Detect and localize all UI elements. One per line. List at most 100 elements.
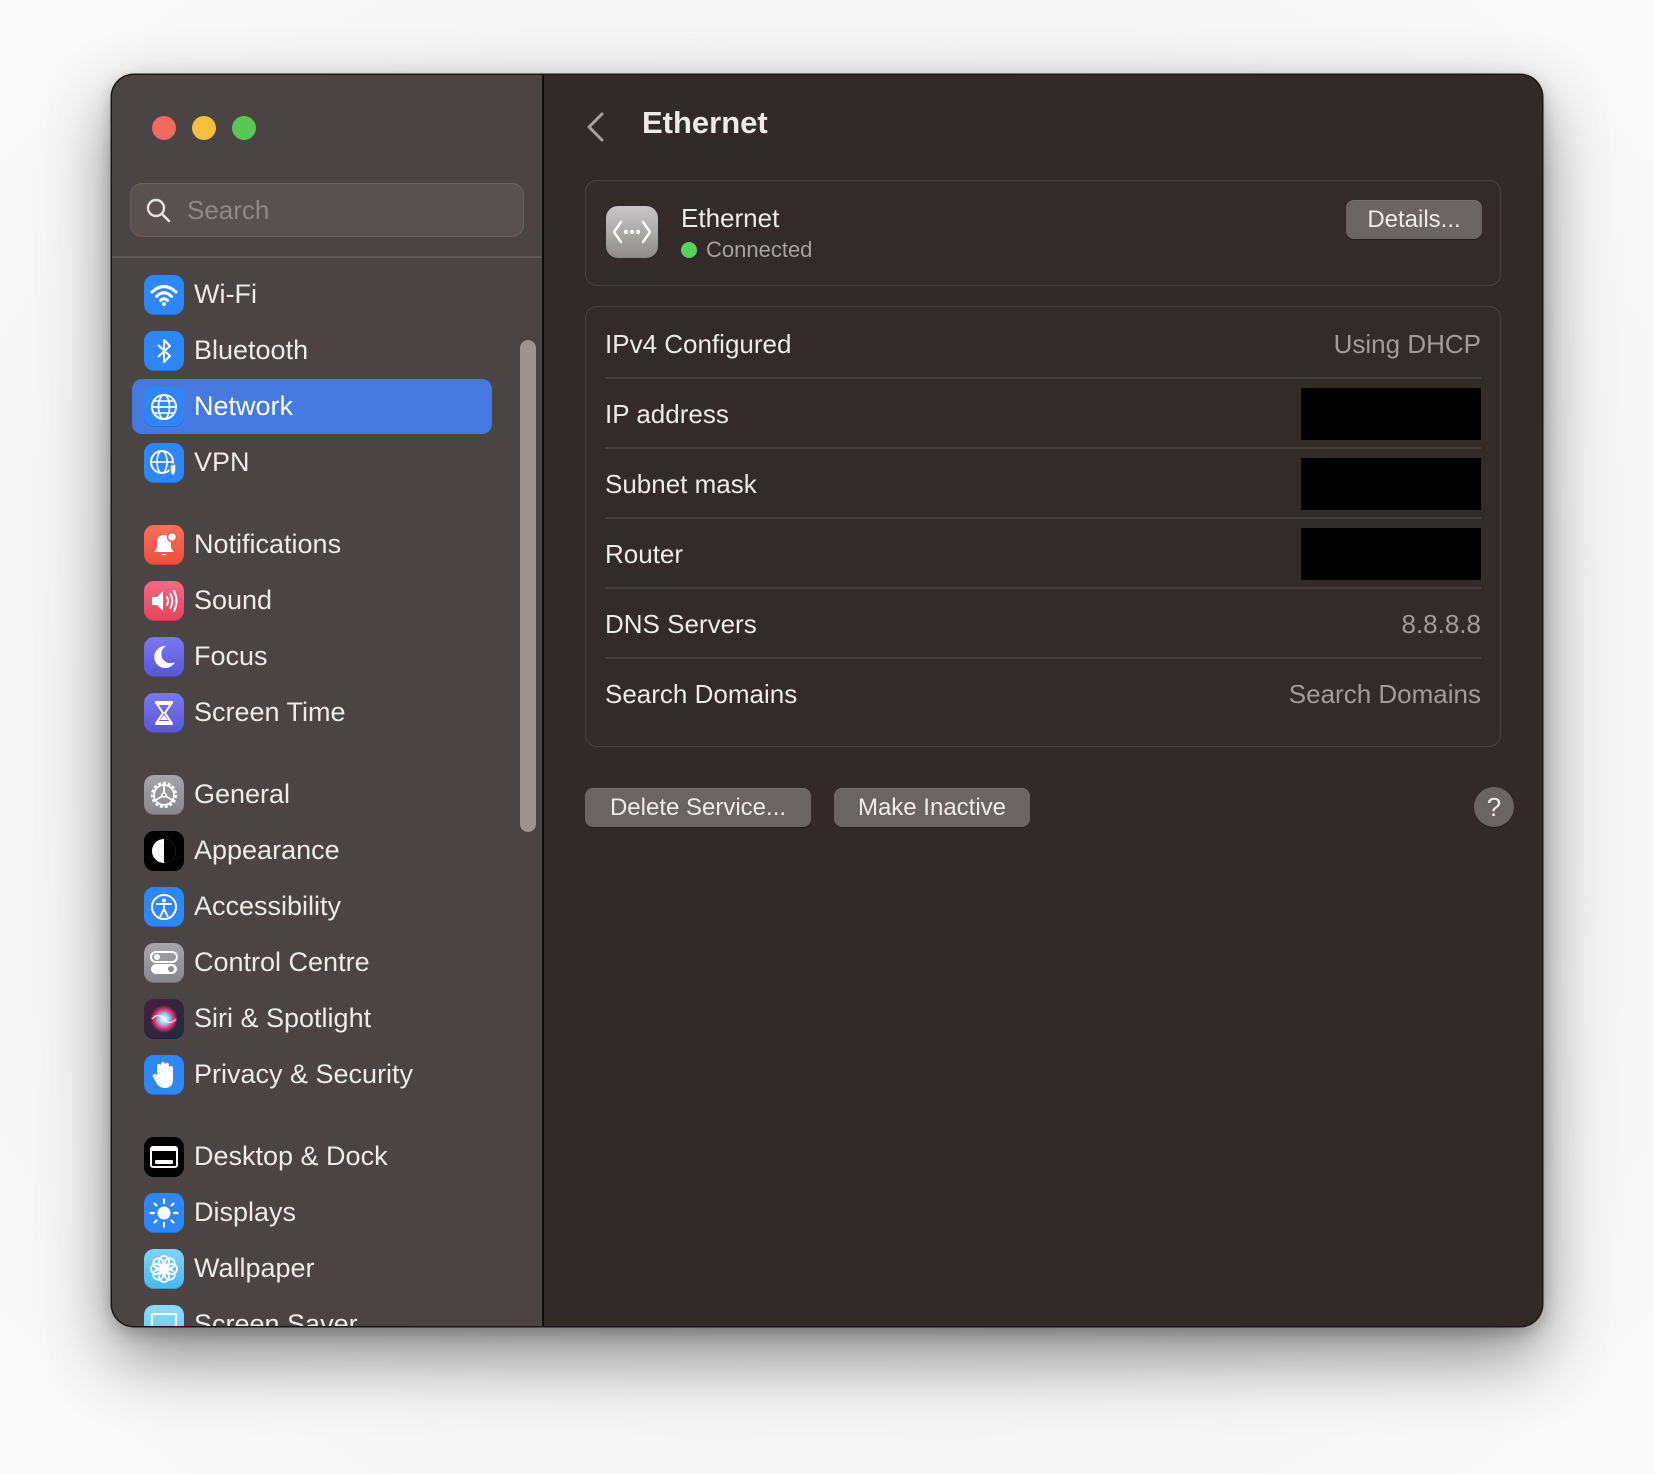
sidebar-item-label: Sound <box>194 585 273 615</box>
bell-icon <box>144 524 184 565</box>
appearance-icon <box>144 830 184 871</box>
sidebar-item-wi-fi[interactable]: Wi-Fi <box>132 267 492 322</box>
search-input[interactable] <box>185 193 509 227</box>
help-button[interactable]: ? <box>1474 787 1514 827</box>
toggles-icon <box>144 942 184 983</box>
info-value: 8.8.8.8 <box>1401 608 1481 639</box>
info-label: IPv4 Configured <box>605 328 792 359</box>
sidebar-item-label: General <box>194 779 291 809</box>
accessibility-icon <box>144 886 184 927</box>
siri-icon <box>144 998 184 1039</box>
sidebar-divider <box>112 256 542 258</box>
details-button[interactable]: Details... <box>1346 200 1482 239</box>
sidebar-item-privacy-security[interactable]: Privacy & Security <box>132 1047 492 1102</box>
make-inactive-button[interactable]: Make Inactive <box>834 788 1030 827</box>
sidebar-item-focus[interactable]: Focus <box>132 629 492 684</box>
system-settings-window: Wi-Fi Bluetooth Network VPN Notifications Sou… <box>112 75 1542 1326</box>
sidebar-item-label: Bluetooth <box>194 335 309 365</box>
sidebar-item-control-centre[interactable]: Control Centre <box>132 935 492 990</box>
sidebar-item-label: Network <box>194 391 294 421</box>
row-divider <box>605 517 1481 519</box>
close-button[interactable] <box>152 116 176 140</box>
flower-icon <box>144 1248 184 1289</box>
search-field[interactable] <box>130 183 524 237</box>
hand-icon <box>144 1054 184 1095</box>
search-icon <box>146 198 171 223</box>
sidebar-item-label: Privacy & Security <box>194 1059 414 1089</box>
sidebar-item-label: Displays <box>194 1197 297 1227</box>
hourglass-icon <box>144 692 184 733</box>
minimize-button[interactable] <box>192 116 216 140</box>
service-card: Ethernet Connected Details... <box>585 180 1501 286</box>
globe-icon <box>144 386 184 427</box>
row-divider <box>605 447 1481 449</box>
info-value[interactable]: Search Domains <box>1289 679 1481 710</box>
sidebar-item-label: Wi-Fi <box>194 279 257 309</box>
row-divider <box>605 587 1481 589</box>
sidebar-item-wallpaper[interactable]: Wallpaper <box>132 1241 492 1296</box>
sidebar-item-label: Wallpaper <box>194 1253 315 1283</box>
sidebar-item-notifications[interactable]: Notifications <box>132 517 492 572</box>
sidebar-item-accessibility[interactable]: Accessibility <box>132 879 492 934</box>
bluetooth-icon <box>144 330 184 371</box>
sidebar-item-desktop-dock[interactable]: Desktop & Dock <box>132 1129 492 1184</box>
vpn-globe-shield-icon <box>144 442 184 483</box>
ip-info-card: IPv4 Configured Using DHCP IP address Subne… <box>585 306 1501 747</box>
sidebar-item-label: Screen Time <box>194 697 346 727</box>
detail-pane: Ethernet Ethernet Connected Details... I… <box>544 75 1542 1326</box>
sidebar-item-label: VPN <box>194 447 250 477</box>
info-row-ip-address: IP address <box>605 377 1481 451</box>
sidebar-item-label: Control Centre <box>194 947 370 977</box>
info-row-dns-servers: DNS Servers 8.8.8.8 <box>605 587 1481 661</box>
sidebar-item-bluetooth[interactable]: Bluetooth <box>132 323 492 378</box>
info-label: Search Domains <box>605 678 798 709</box>
info-label: Router <box>605 538 684 569</box>
sidebar-item-label: Accessibility <box>194 891 342 921</box>
sidebar-item-network[interactable]: Network <box>132 379 492 434</box>
connection-status: Connected <box>681 237 812 263</box>
info-row-router: Router <box>605 517 1481 591</box>
info-row-ipv4-configured: IPv4 Configured Using DHCP <box>605 307 1481 381</box>
speaker-icon <box>144 580 184 621</box>
service-name: Ethernet <box>681 203 780 233</box>
info-row-search-domains: Search Domains Search Domains <box>605 657 1481 731</box>
sidebar-item-label: Screen Saver <box>194 1309 358 1326</box>
row-divider <box>605 377 1481 379</box>
sidebar-item-siri-spotlight[interactable]: Siri & Spotlight <box>132 991 492 1046</box>
row-divider <box>605 657 1481 659</box>
info-label: Subnet mask <box>605 468 757 499</box>
sidebar-item-label: Notifications <box>194 529 342 559</box>
chevron-left-icon[interactable] <box>584 111 608 143</box>
info-value: Using DHCP <box>1333 328 1481 359</box>
sidebar-item-screen-saver[interactable]: Screen Saver <box>132 1297 492 1326</box>
sidebar-item-label: Desktop & Dock <box>194 1141 388 1171</box>
screensaver-icon <box>144 1304 184 1326</box>
info-label: DNS Servers <box>605 608 757 639</box>
sidebar-item-displays[interactable]: Displays <box>132 1185 492 1240</box>
sidebar-item-general[interactable]: General <box>132 767 492 822</box>
ethernet-icon <box>606 206 658 258</box>
sidebar: Wi-Fi Bluetooth Network VPN Notifications Sou… <box>112 75 544 1326</box>
page-title: Ethernet <box>642 105 768 140</box>
sidebar-item-screen-time[interactable]: Screen Time <box>132 685 492 740</box>
redacted-value <box>1301 528 1481 580</box>
redacted-value <box>1301 388 1481 440</box>
delete-service-button[interactable]: Delete Service... <box>585 788 811 827</box>
moon-icon <box>144 636 184 677</box>
gear-icon <box>144 774 184 815</box>
sidebar-item-appearance[interactable]: Appearance <box>132 823 492 878</box>
info-label: IP address <box>605 398 729 429</box>
sidebar-item-label: Appearance <box>194 835 340 865</box>
dock-icon <box>144 1136 184 1177</box>
status-dot-icon <box>681 242 697 258</box>
sidebar-item-vpn[interactable]: VPN <box>132 435 492 490</box>
wifi-icon <box>144 274 184 315</box>
sidebar-item-label: Siri & Spotlight <box>194 1003 372 1033</box>
sidebar-item-sound[interactable]: Sound <box>132 573 492 628</box>
info-row-subnet-mask: Subnet mask <box>605 447 1481 521</box>
zoom-button[interactable] <box>232 116 256 140</box>
sidebar-scrollbar[interactable] <box>520 340 536 832</box>
sidebar-item-label: Focus <box>194 641 268 671</box>
status-text: Connected <box>706 237 813 262</box>
redacted-value <box>1301 458 1481 510</box>
